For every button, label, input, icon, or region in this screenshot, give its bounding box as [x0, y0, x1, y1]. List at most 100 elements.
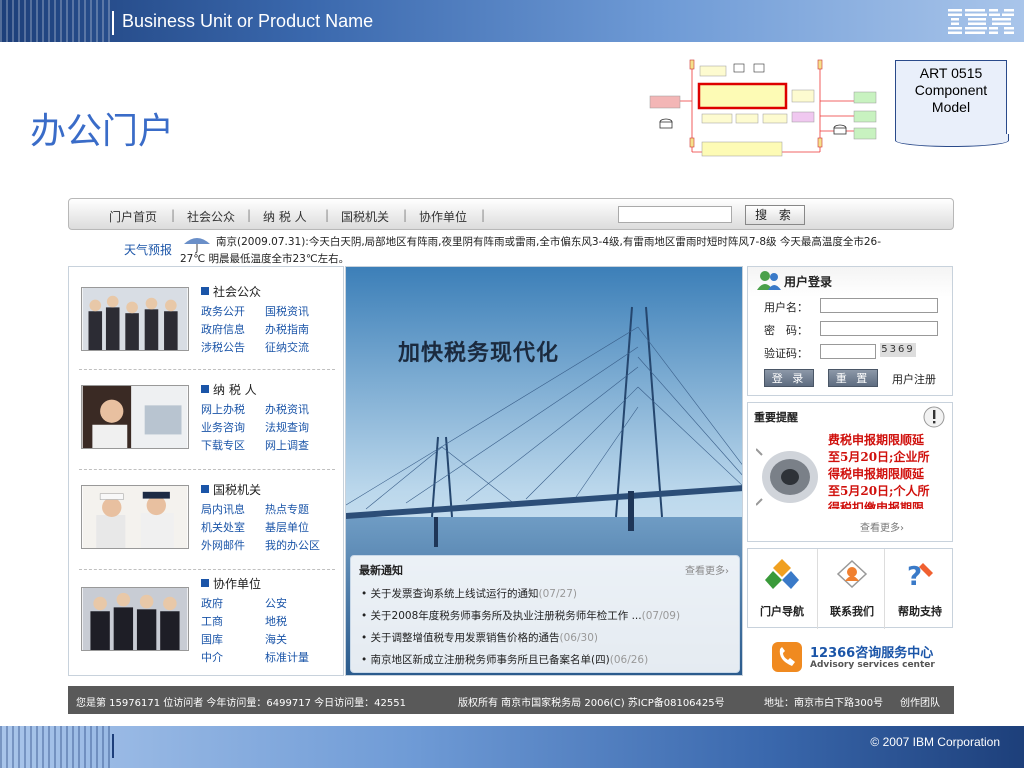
link-treasury[interactable]: 国库 — [201, 631, 223, 647]
contact-icon — [836, 559, 868, 589]
link-agency[interactable]: 中介 — [201, 649, 223, 665]
reset-button[interactable]: 重 置 — [828, 369, 878, 387]
section-title[interactable]: 纳 税 人 — [201, 381, 257, 398]
notice-line[interactable]: 至5月20日;企业所 — [828, 448, 929, 465]
section-title[interactable]: 协作单位 — [201, 575, 261, 592]
link-download[interactable]: 下载专区 — [201, 437, 245, 453]
link-law-search[interactable]: 法规查询 — [265, 419, 309, 435]
hotline-number: 12366咨询服务中心 — [810, 646, 934, 661]
link-local-tax[interactable]: 地税 — [265, 613, 287, 629]
news-item[interactable]: • 关于发票查询系统上线试运行的通知(07/27) — [361, 586, 577, 601]
contact-us-button[interactable]: 联系我们 — [817, 549, 885, 629]
header-stripes — [0, 0, 110, 42]
speaker-icon — [756, 448, 818, 506]
news-more-link[interactable]: 查看更多› — [685, 562, 729, 577]
link-online-tax[interactable]: 网上办税 — [201, 401, 245, 417]
password-input[interactable] — [820, 321, 938, 336]
hotline-subtitle: Advisory services center — [810, 660, 935, 670]
link-internal-news[interactable]: 局内讯息 — [201, 501, 245, 517]
link-exchange[interactable]: 征纳交流 — [265, 339, 309, 355]
search-input[interactable] — [618, 206, 732, 223]
slide-footer: © 2007 IBM Corporation — [0, 726, 1024, 768]
link-police[interactable]: 公安 — [265, 595, 287, 611]
portal-navigation-button[interactable]: 门户导航 — [748, 549, 816, 629]
link-government[interactable]: 政府 — [201, 595, 223, 611]
nav-item-taxpayer[interactable]: 纳 税 人 — [263, 208, 307, 225]
section-taxpayer: 纳 税 人 网上办税 办税资讯 业务咨询 法规查询 下载专区 网上调查 — [79, 381, 335, 473]
main-banner[interactable]: 加快税务现代化 最新通知 查看更多› • 关于发票查询系统上线试运行的通知(07… — [345, 266, 743, 676]
art-component-label: ART 0515 Component Model — [895, 60, 1009, 147]
hotline-banner[interactable]: 12366咨询服务中心 Advisory services center — [770, 640, 950, 674]
footer-divider — [112, 734, 114, 758]
captcha-image[interactable]: 5369 — [880, 343, 916, 357]
page-title: 办公门户 — [30, 111, 175, 152]
art-line-2: Component — [914, 82, 988, 98]
footer-stripes — [0, 726, 110, 768]
notice-line[interactable]: 得税申报期限顺延 — [828, 465, 924, 482]
photo-officers — [81, 485, 189, 549]
section-tax-office: 国税机关 局内讯息 热点专题 机关处室 基层单位 外网邮件 我的办公区 — [79, 481, 335, 573]
top-nav-bar: 门户首页 | 社会公众 | 纳 税 人 | 国税机关 | 协作单位 | 搜 索 — [68, 198, 954, 230]
photo-office-woman — [81, 385, 189, 449]
navigation-icon — [765, 559, 799, 589]
link-tax-notice[interactable]: 涉税公告 — [201, 339, 245, 355]
search-button[interactable]: 搜 索 — [745, 205, 805, 225]
copyright-text: 版权所有 南京市国家税务局 2006(C) 苏ICP备08106425号 — [458, 698, 725, 709]
username-label: 用户名： — [764, 301, 808, 314]
phone-icon — [772, 642, 802, 672]
nav-item-partners[interactable]: 协作单位 — [419, 208, 467, 225]
news-item[interactable]: • 关于调整增值税专用发票销售价格的通告(06/30) — [361, 630, 598, 645]
section-title[interactable]: 社会公众 — [201, 283, 261, 300]
link-consult[interactable]: 业务咨询 — [201, 419, 245, 435]
team-link[interactable]: 创作团队 — [900, 694, 940, 709]
link-survey[interactable]: 网上调查 — [265, 437, 309, 453]
link-tax-info[interactable]: 办税资讯 — [265, 401, 309, 417]
notice-line[interactable]: 得税扣缴申报期限 — [828, 499, 924, 509]
news-panel: 最新通知 查看更多› • 关于发票查询系统上线试运行的通知(07/27) • 关… — [350, 555, 740, 673]
link-hot-topics[interactable]: 热点专题 — [265, 501, 309, 517]
link-gov-info[interactable]: 政府信息 — [201, 321, 245, 337]
alert-icon — [923, 406, 945, 428]
nav-item-public[interactable]: 社会公众 — [187, 208, 235, 225]
password-label: 密 码： — [764, 324, 808, 337]
login-panel: 用户登录 用户名： 密 码： 验证码： 5369 登 录 重 置 用户注册 — [747, 266, 953, 396]
slide-copyright: © 2007 IBM Corporation — [870, 735, 1000, 749]
link-my-office[interactable]: 我的办公区 — [265, 537, 320, 553]
business-unit-name: Business Unit or Product Name — [122, 11, 374, 31]
link-customs[interactable]: 海关 — [265, 631, 287, 647]
notice-line[interactable]: 至5月20日;个人所 — [828, 482, 929, 499]
news-item[interactable]: • 南京地区新成立注册税务师事务所且已备案名单(四)(06/26) — [361, 652, 648, 667]
captcha-input[interactable] — [820, 344, 876, 359]
weather-forecast-text: 南京(2009.07.31):今天白天阴,局部地区有阵雨,夜里阴有阵雨或雷雨,全… — [180, 236, 881, 265]
register-link[interactable]: 用户注册 — [892, 371, 936, 387]
username-input[interactable] — [820, 298, 938, 313]
category-panel: 社会公众 政务公开 国税资讯 政府信息 办税指南 涉税公告 征纳交流 纳 税 人… — [68, 266, 344, 676]
link-commerce[interactable]: 工商 — [201, 613, 223, 629]
banner-headline: 加快税务现代化 — [398, 340, 560, 366]
users-icon — [757, 271, 781, 290]
notice-more-link[interactable]: 查看更多› — [860, 519, 904, 534]
nav-item-tax-office[interactable]: 国税机关 — [341, 208, 389, 225]
quick-links-panel: 门户导航 联系我们 ? 帮助支持 — [747, 548, 954, 629]
link-tax-news[interactable]: 国税资讯 — [265, 303, 309, 319]
link-tax-guide[interactable]: 办税指南 — [265, 321, 309, 337]
captcha-label: 验证码： — [764, 347, 808, 360]
link-metrology[interactable]: 标准计量 — [265, 649, 309, 665]
header-divider — [112, 11, 114, 35]
photo-team — [81, 587, 189, 651]
address-text: 地址：南京市白下路300号 — [764, 698, 884, 709]
login-button[interactable]: 登 录 — [764, 369, 814, 387]
help-support-button[interactable]: ? 帮助支持 — [886, 549, 954, 629]
photo-business-people — [81, 287, 189, 351]
link-email[interactable]: 外网邮件 — [201, 537, 245, 553]
link-departments[interactable]: 机关处室 — [201, 519, 245, 535]
link-grassroots[interactable]: 基层单位 — [265, 519, 309, 535]
link-gov-open[interactable]: 政务公开 — [201, 303, 245, 319]
section-title[interactable]: 国税机关 — [201, 481, 261, 498]
art-line-3: Model — [931, 99, 971, 115]
nav-item-home[interactable]: 门户首页 — [109, 208, 157, 225]
notice-line[interactable]: 费税申报期限顺延 — [828, 431, 924, 448]
component-model-diagram — [649, 59, 877, 157]
weather-label[interactable]: 天气预报 — [124, 241, 172, 258]
news-item[interactable]: • 关于2008年度税务师事务所及执业注册税务师年检工作 ...(07/09) — [361, 608, 680, 623]
